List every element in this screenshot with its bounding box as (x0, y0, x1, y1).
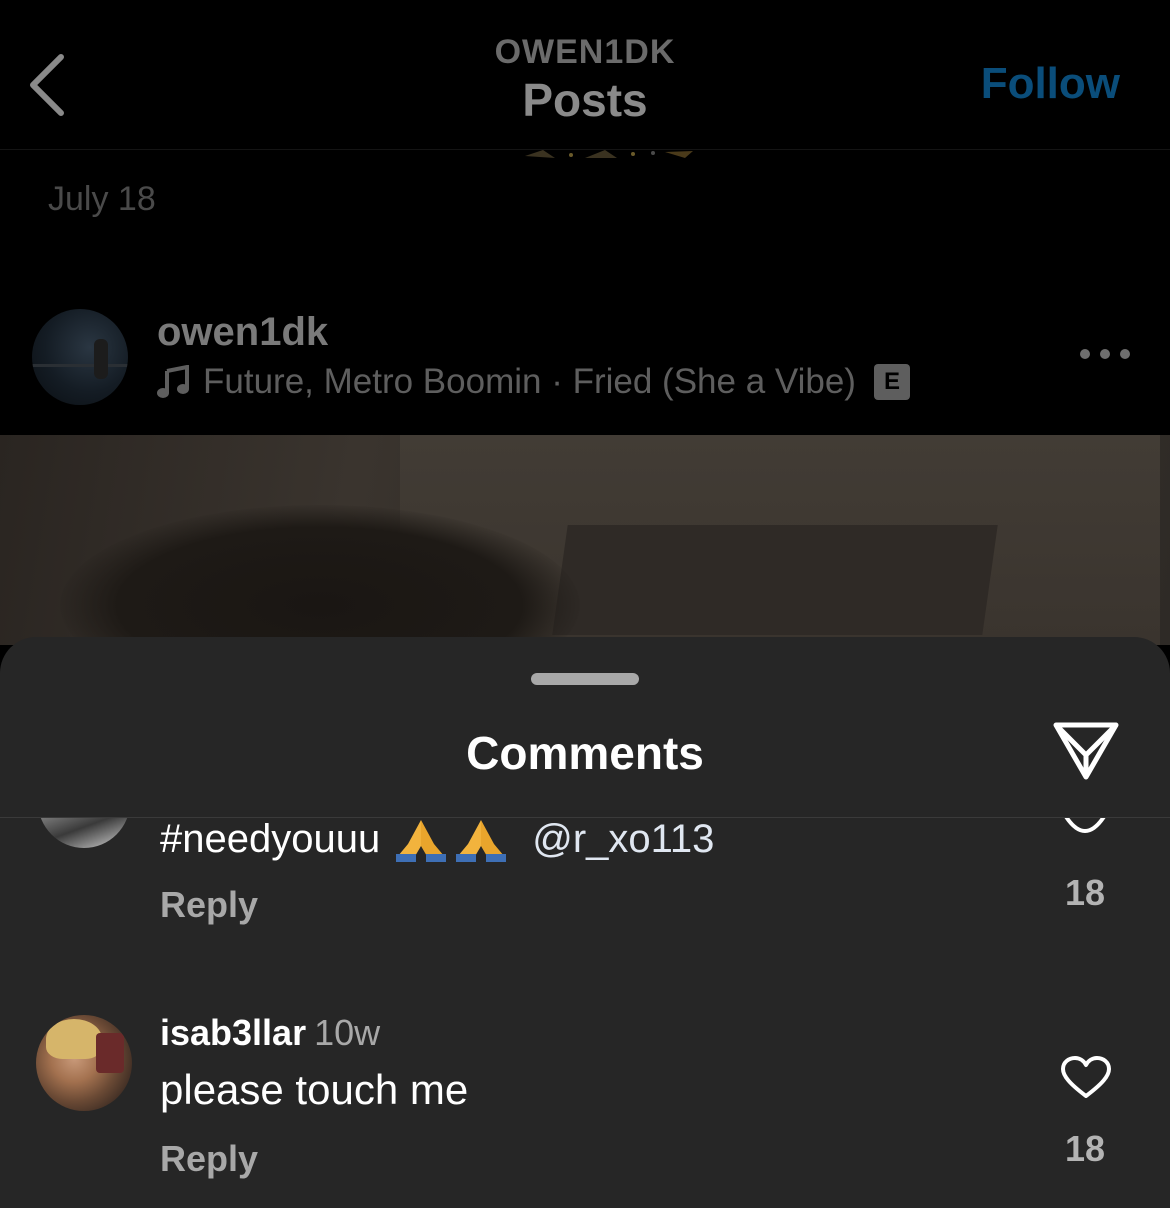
comments-title: Comments (466, 727, 704, 779)
comment-hashtag[interactable]: #needyouuu (160, 818, 380, 864)
follow-button[interactable]: Follow (981, 56, 1120, 112)
sheet-drag-handle[interactable] (531, 673, 639, 685)
heart-icon (1061, 1056, 1111, 1098)
previous-post-image-edge (525, 150, 693, 158)
send-icon (1053, 722, 1119, 780)
post-date: July 18 (48, 180, 156, 218)
more-dot (1120, 349, 1130, 359)
comment-avatar[interactable] (38, 818, 130, 848)
heart-icon (1064, 818, 1106, 833)
post-author-avatar[interactable] (32, 309, 128, 405)
comment-reply-button[interactable]: Reply (160, 884, 258, 926)
post-more-options-button[interactable] (1080, 342, 1130, 366)
comment-username[interactable]: isab3llar (160, 1012, 306, 1053)
comment-text: please touch me (160, 1066, 469, 1113)
comment-mention[interactable]: @r_xo113 (532, 818, 714, 864)
share-button[interactable] (1050, 717, 1122, 783)
comment-text: #needyouuu @r_xo113 (160, 818, 714, 864)
comments-list: #needyouuu @r_xo113 18 Reply isab3llar 1… (0, 818, 1170, 1208)
post-music-info[interactable]: Future, Metro Boomin · Fried (She a Vibe… (157, 362, 910, 402)
comment-like-button[interactable] (1060, 1056, 1112, 1100)
comment-header: isab3llar 10w (160, 1012, 380, 1054)
folded-hands-icon (396, 820, 447, 862)
explicit-badge: E (873, 364, 910, 400)
comment-reply-button[interactable]: Reply (160, 1138, 258, 1180)
post-photo[interactable] (0, 435, 1170, 645)
top-navigation-bar: OWEN1DK Posts Follow (0, 0, 1170, 150)
comment-timestamp: 10w (314, 1012, 381, 1053)
comment-like-count: 18 (1064, 1128, 1106, 1169)
comments-sheet: Comments #needyouuu @r_xo113 18 Reply is… (0, 637, 1170, 1208)
more-dot (1080, 349, 1090, 359)
comment-like-button[interactable] (1058, 818, 1112, 844)
folded-hands-icon (456, 820, 507, 862)
music-track-label: Future, Metro Boomin · Fried (She a Vibe… (203, 362, 856, 401)
more-dot (1100, 349, 1110, 359)
comment-avatar[interactable] (36, 1015, 132, 1111)
post-author-username[interactable]: owen1dk (157, 310, 328, 355)
music-note-icon (157, 365, 189, 398)
comment-like-count: 18 (1064, 872, 1106, 913)
